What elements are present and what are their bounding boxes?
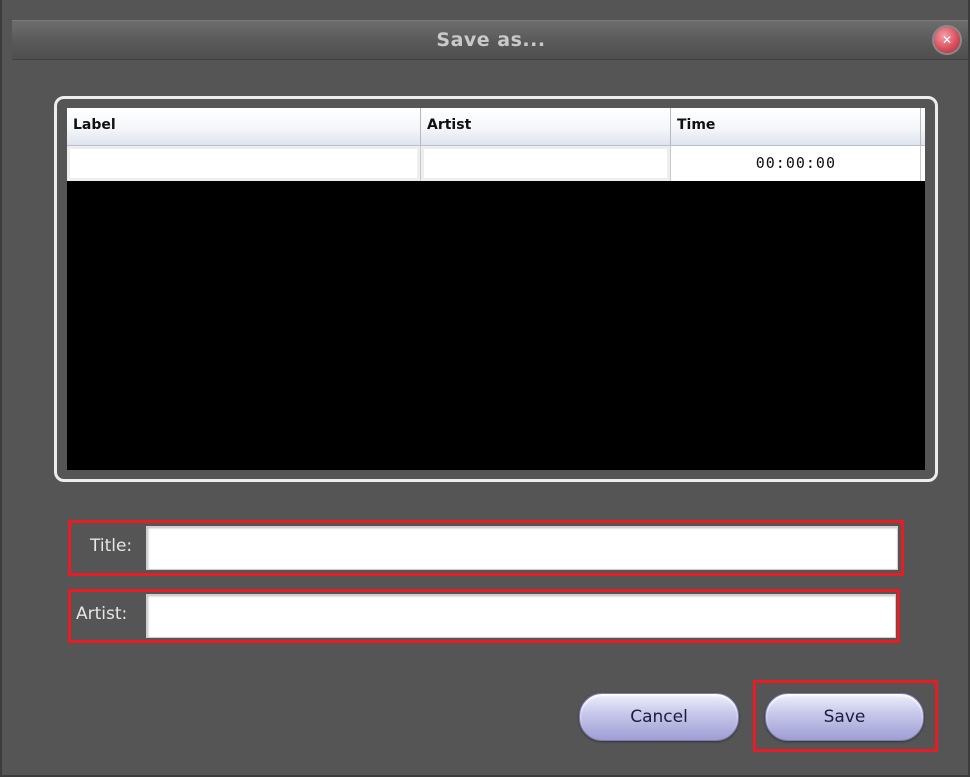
cell-artist[interactable] [421,146,671,181]
column-header-label[interactable]: Label [67,108,421,145]
title-label: Title: [90,536,133,556]
track-table-panel: Label Artist Time 00:00:00 [54,96,938,482]
save-as-dialog: Save as... ✕ Label Artist Time 00:00:00 … [0,0,970,777]
artist-input[interactable] [146,594,896,638]
close-icon[interactable]: ✕ [934,27,960,53]
save-button[interactable]: Save [765,693,924,741]
cell-label[interactable] [67,146,421,181]
table-header: Label Artist Time [67,108,925,146]
title-input[interactable] [146,526,898,570]
table-row[interactable]: 00:00:00 [67,146,925,181]
cell-time[interactable]: 00:00:00 [671,146,921,181]
column-header-time[interactable]: Time [671,108,921,145]
artist-label: Artist: [76,604,128,624]
track-table: Label Artist Time 00:00:00 [67,108,925,470]
cancel-button[interactable]: Cancel [579,693,739,741]
dialog-title: Save as... [436,29,546,51]
title-bar[interactable]: Save as... ✕ [12,20,968,60]
column-header-artist[interactable]: Artist [421,108,671,145]
